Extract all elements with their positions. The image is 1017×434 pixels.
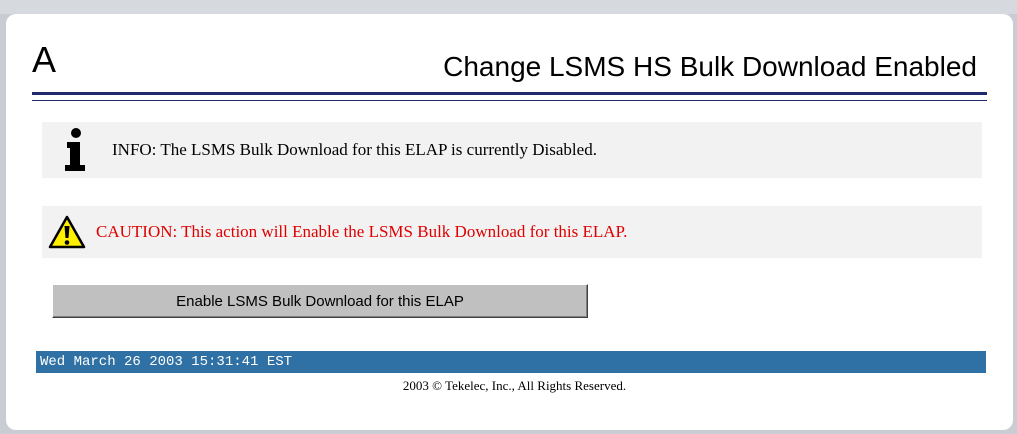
title-divider [32, 92, 987, 95]
timestamp: Wed March 26 2003 15:31:41 EST [40, 354, 293, 370]
title-divider-thin [32, 100, 987, 101]
enable-bulk-download-button[interactable]: Enable LSMS Bulk Download for this ELAP [52, 284, 588, 318]
copyright-footer: 2003 © Tekelec, Inc., All Rights Reserve… [402, 378, 627, 393]
info-text: INFO: The LSMS Bulk Download for this EL… [112, 140, 597, 159]
warning-icon [48, 215, 86, 249]
browser-top-strip [0, 0, 1017, 14]
page-title: Change LSMS HS Bulk Download Enabled [443, 51, 977, 82]
info-icon [65, 128, 85, 171]
caution-message: CAUTION: This action will Enable the LSM… [42, 206, 982, 258]
caution-text: CAUTION: This action will Enable the LSM… [96, 222, 628, 241]
status-bar: Wed March 26 2003 15:31:41 EST [36, 351, 986, 373]
info-message: INFO: The LSMS Bulk Download for this EL… [42, 122, 982, 178]
section-letter: A [32, 39, 57, 80]
content-panel: A Change LSMS HS Bulk Download Enabled I… [6, 14, 1013, 430]
